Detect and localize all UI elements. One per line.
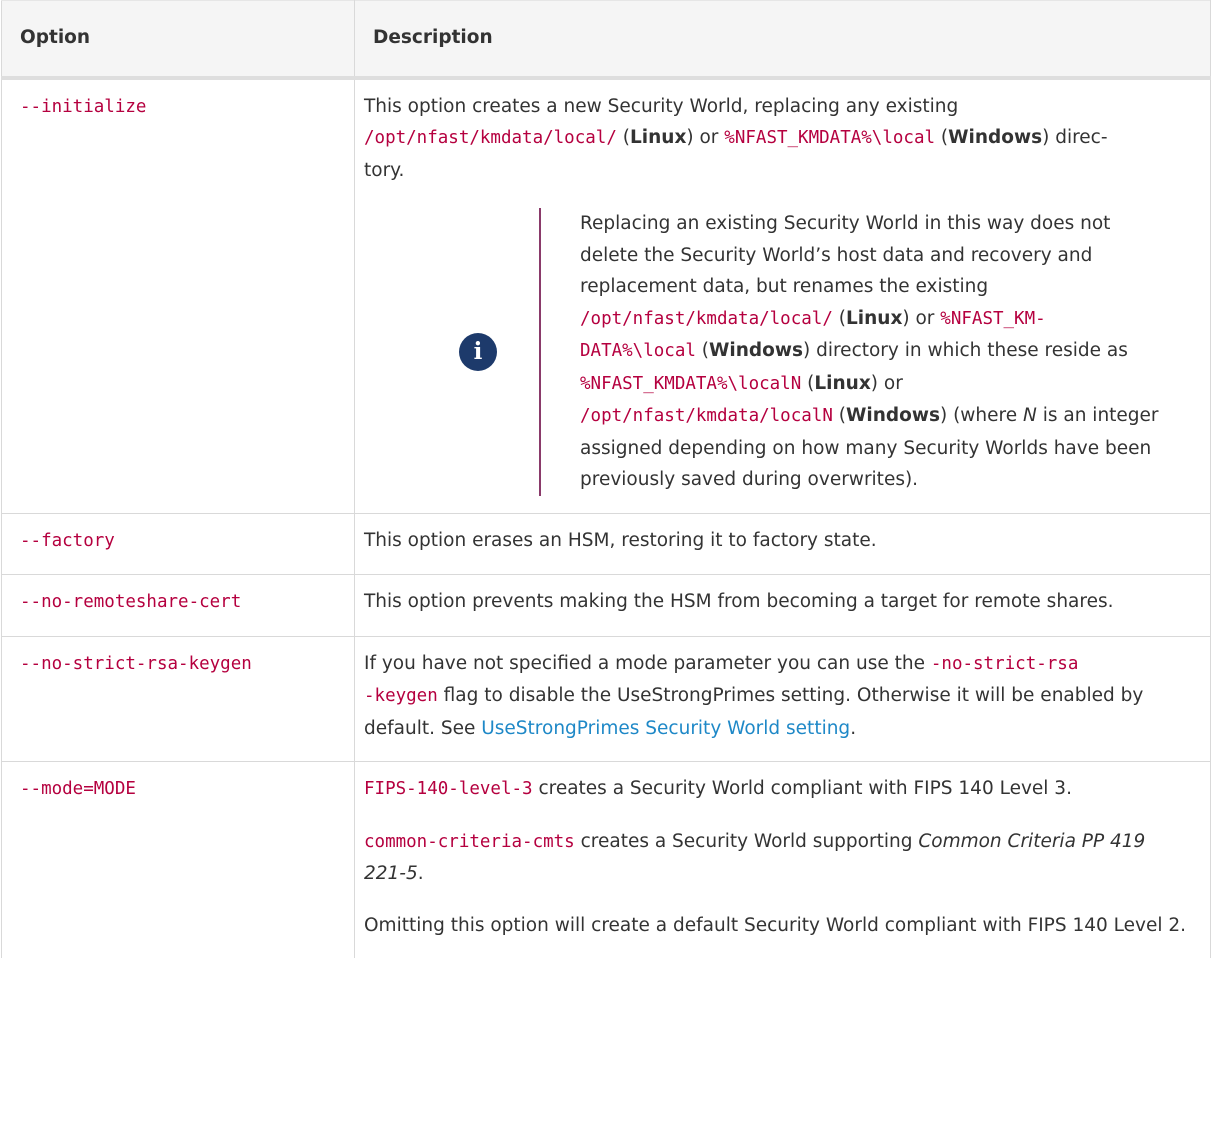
text: . [417,863,424,884]
option-initialize: --initialize [20,96,147,117]
option-no-remoteshare-cert: --no-remoteshare-cert [20,592,242,612]
table-row: --initialize This option creates a new S… [1,77,1211,514]
text: ) directory in which these reside as [803,340,1128,361]
description-cell: This option erases an HSM, restoring it … [354,512,1211,575]
header-option: Option [1,0,355,80]
table-row: --no-strict-rsa-keygen If you have not s… [1,635,1211,762]
path-local-n: %NFAST_KMDATA%\localN [580,373,802,394]
os-windows: Windows [845,405,940,426]
mode-fips-140-level-3: FIPS-140-level-3 [364,779,533,799]
os-linux: Linux [629,127,687,148]
path-windows: %NFAST_KMDATA%\local [724,128,936,148]
description-cell: If you have not specified a mode paramet… [354,635,1211,762]
os-windows: Windows [948,127,1043,148]
text: creates a Security World supporting [574,830,919,852]
path-linux: /opt/nfast/kmdata/local/ [364,128,617,148]
text: If you have not specified a mode paramet… [364,652,931,674]
mode-common-criteria-cmts: common-criteria-cmts [364,831,575,852]
table-row: --mode=MODE FIPS-140-level-3 creates a S… [1,761,1211,958]
description-cell: FIPS-140-level-3 creates a Security Worl… [354,761,1211,958]
text: tory. [364,159,405,181]
text: ( [832,405,846,426]
text: ) direc- [1042,127,1108,148]
mode-common-criteria-description: common-criteria-cmts creates a Security … [364,826,1192,890]
text: creates a Security World compliant with … [532,778,1072,799]
variable-n: N [1022,405,1037,426]
factory-description: This option erases an HSM, restoring it … [364,529,877,551]
option-cell: --initialize [1,77,355,514]
no-strict-description: If you have not specified a mode paramet… [364,648,1192,745]
option-cell: --mode=MODE [1,761,355,958]
text: ( [616,127,630,148]
mode-default-description: Omitting this option will create a defau… [364,914,1187,936]
header-description: Description [354,0,1211,80]
text: ) (where [939,405,1023,426]
text: ( [832,307,846,329]
text: Replacing an existing Security World in … [580,213,1111,297]
text: ) or [870,372,903,394]
text: ( [801,372,815,394]
text: This option creates a new Security World… [364,95,959,117]
os-windows: Windows [709,340,803,361]
text: ) or [686,127,725,148]
initialize-description: This option creates a new Security World… [364,91,1192,187]
text: ( [695,340,710,361]
description-cell: This option creates a new Security World… [354,77,1211,514]
flag-no-strict-rsa-keygen: -keygen [364,686,438,706]
options-table: Option Description --initialize This opt… [1,0,1211,958]
info-note: i Replacing an existing Security World i… [364,208,1192,496]
os-linux: Linux [845,307,903,329]
no-remoteshare-description: This option prevents making the HSM from… [364,591,1114,612]
flag-no-strict-rsa-keygen: -no-strict-rsa [930,653,1079,674]
description-cell: This option prevents making the HSM from… [354,574,1211,637]
mode-fips3-description: FIPS-140-level-3 creates a Security Worl… [364,773,1192,806]
usestrongprimes-link[interactable]: UseStrongPrimes Security World setting [481,718,850,739]
option-no-strict-rsa-keygen: --no-strict-rsa-keygen [20,653,252,674]
note-icon-column: i [364,208,539,496]
option-cell: --no-strict-rsa-keygen [1,635,355,762]
table-header-row: Option Description [1,0,1211,80]
option-mode: --mode=MODE [20,779,136,799]
text: . [850,717,857,739]
table-row: --factory This option erases an HSM, res… [1,512,1211,575]
note-text: Replacing an existing Security World in … [541,208,1160,496]
text: ( [935,127,949,148]
path-linux: /opt/nfast/kmdata/local/ [580,308,833,329]
option-factory: --factory [20,530,115,551]
text: ) or [902,307,941,329]
os-linux: Linux [814,372,871,394]
option-cell: --no-remoteshare-cert [1,574,355,637]
path-windows: DATA%\local [580,341,696,361]
path-windows: %NFAST_KM- [940,308,1046,329]
info-icon: i [459,332,497,371]
option-cell: --factory [1,512,355,575]
table-row: --no-remoteshare-cert This option preven… [1,574,1211,637]
path-local-n: /opt/nfast/kmdata/localN [580,406,833,426]
